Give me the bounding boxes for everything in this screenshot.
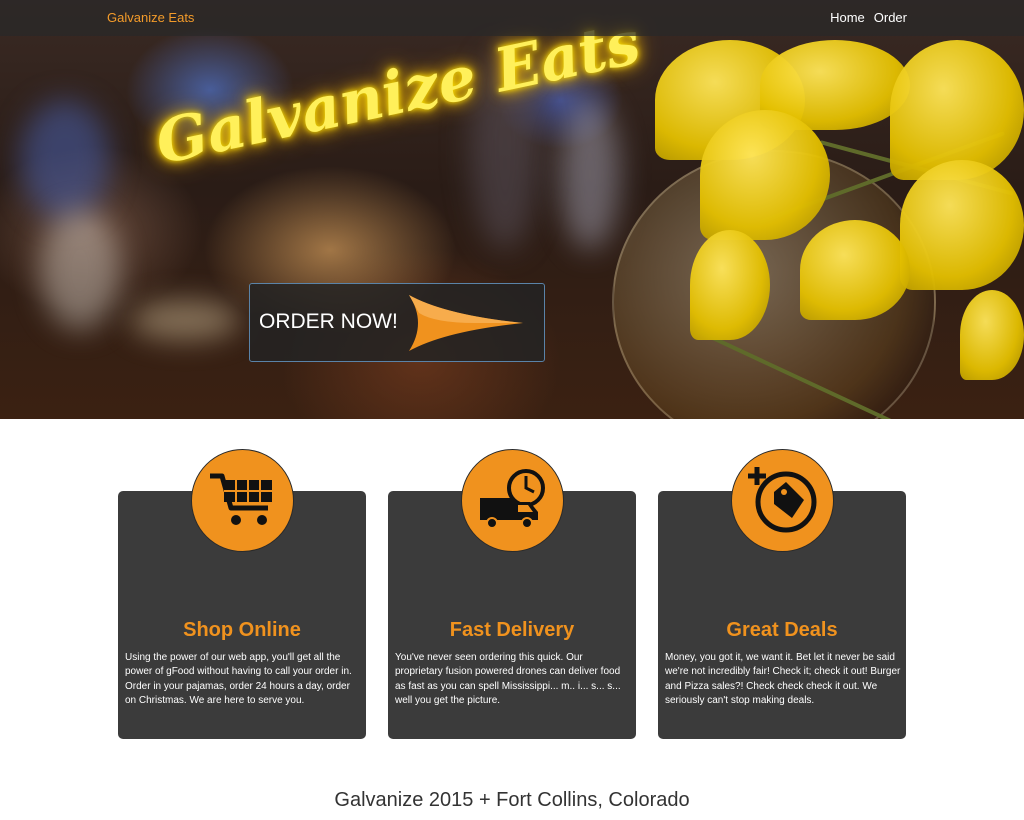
hero-background-chair [40,210,120,330]
yellow-orchid [800,220,910,320]
order-now-button[interactable]: ORDER NOW! [249,283,545,362]
feature-description: Money, you got it, we want it. Bet let i… [665,652,901,706]
feature-description: Using the power of our web app, you'll g… [125,652,352,706]
yellow-orchid [890,40,1024,180]
feature-description: You've never seen ordering this quick. O… [395,652,621,706]
feature-title: Fast Delivery [449,619,575,641]
order-now-label: ORDER NOW! [259,310,398,333]
shopping-cart-icon [191,449,294,552]
hero-banner: Galvanize Eats ORDER NOW! [0,0,1024,419]
brand-link[interactable]: Galvanize Eats [107,10,194,25]
yellow-orchid [960,290,1024,380]
navbar: Galvanize Eats Home Order [0,0,1024,36]
feature-title: Great Deals [726,619,838,641]
price-tag-icon [731,449,834,552]
feature-title: Shop Online [183,619,301,641]
nav-links: Home Order [830,10,907,25]
delivery-truck-icon [461,449,564,552]
nav-link-home[interactable]: Home [830,10,865,25]
nav-link-order[interactable]: Order [874,10,907,25]
hero-background-table [130,300,240,340]
footer-text: Galvanize 2015 + Fort Collins, Colorado [334,789,690,811]
hero-background-figure [20,100,110,220]
arrow-right-icon [409,295,523,351]
yellow-orchid [690,230,770,340]
yellow-orchid [900,160,1024,290]
yellow-orchid [700,110,830,240]
